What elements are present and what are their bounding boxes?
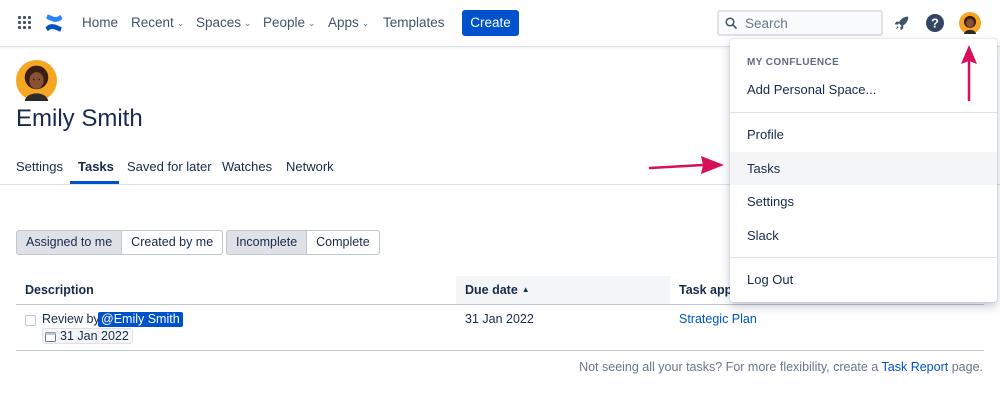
sort-ascending-icon: ▲ bbox=[521, 285, 530, 294]
inline-date-text: 31 Jan 2022 bbox=[60, 329, 129, 343]
tab-settings[interactable]: Settings bbox=[16, 159, 63, 174]
column-header-due-date[interactable]: Due date ▲ bbox=[456, 276, 670, 304]
inline-date-lozenge[interactable]: 31 Jan 2022 bbox=[42, 328, 133, 344]
create-button[interactable]: Create bbox=[462, 10, 519, 36]
column-header-label: Task app bbox=[679, 283, 733, 297]
help-icon[interactable]: ? bbox=[924, 12, 946, 34]
search-icon bbox=[725, 17, 737, 29]
menu-item-log-out[interactable]: Log Out bbox=[730, 263, 997, 296]
due-date-cell: 31 Jan 2022 bbox=[465, 312, 534, 326]
nav-spaces-label: Spaces bbox=[196, 15, 242, 30]
svg-text:?: ? bbox=[931, 16, 939, 31]
menu-item-tasks[interactable]: Tasks bbox=[730, 152, 997, 185]
menu-divider bbox=[730, 257, 997, 258]
nav-recent[interactable]: Recent ⌄ bbox=[131, 15, 184, 30]
notifications-rocket-icon[interactable] bbox=[891, 12, 913, 34]
task-report-link[interactable]: Task Report bbox=[882, 360, 949, 374]
chevron-down-icon: ⌄ bbox=[176, 18, 185, 28]
menu-section-heading: MY CONFLUENCE bbox=[747, 57, 840, 68]
chevron-down-icon: ⌄ bbox=[244, 18, 252, 28]
profile-avatar bbox=[16, 60, 57, 101]
nav-templates-label: Templates bbox=[383, 15, 445, 30]
hint-suffix-text: page. bbox=[951, 360, 983, 374]
incomplete-button[interactable]: Incomplete bbox=[226, 230, 308, 255]
nav-people-label: People bbox=[263, 15, 306, 30]
hint-prefix-text: Not seeing all your tasks? For more flex… bbox=[579, 360, 879, 374]
task-report-hint: Not seeing all your tasks? For more flex… bbox=[579, 360, 983, 374]
app-switcher-icon[interactable] bbox=[18, 16, 32, 30]
column-header-label: Description bbox=[25, 283, 94, 297]
tab-tasks[interactable]: Tasks bbox=[78, 159, 114, 174]
assignee-filter-group: Assigned to me Created by me bbox=[16, 230, 224, 255]
tab-saved-for-later[interactable]: Saved for later bbox=[127, 159, 212, 174]
profile-dropdown-menu: MY CONFLUENCE Add Personal Space... Prof… bbox=[730, 39, 997, 302]
chevron-down-icon: ⌄ bbox=[361, 18, 370, 28]
menu-item-profile[interactable]: Profile bbox=[730, 118, 997, 151]
profile-avatar-icon[interactable] bbox=[959, 12, 981, 34]
user-mention[interactable]: @Emily Smith bbox=[98, 312, 183, 327]
table-header-divider bbox=[16, 304, 984, 305]
search-box[interactable] bbox=[717, 10, 883, 36]
tab-watches[interactable]: Watches bbox=[222, 159, 272, 174]
table-bottom-divider bbox=[16, 350, 984, 351]
nav-home-label: Home bbox=[82, 15, 119, 30]
task-checkbox[interactable] bbox=[25, 315, 36, 326]
nav-templates[interactable]: Templates bbox=[383, 15, 445, 30]
task-description: Review by bbox=[42, 312, 100, 326]
menu-item-settings[interactable]: Settings bbox=[730, 185, 997, 218]
nav-recent-label: Recent bbox=[131, 15, 174, 30]
assigned-to-me-button[interactable]: Assigned to me bbox=[16, 230, 123, 255]
tab-network[interactable]: Network bbox=[286, 159, 334, 174]
nav-spaces[interactable]: Spaces ⌄ bbox=[196, 15, 252, 30]
task-page-link[interactable]: Strategic Plan bbox=[679, 312, 757, 326]
column-header-label: Due date bbox=[465, 283, 518, 297]
active-tab-indicator bbox=[70, 181, 119, 184]
nav-apps-label: Apps bbox=[328, 15, 359, 30]
calendar-icon bbox=[45, 331, 56, 342]
menu-item-slack[interactable]: Slack bbox=[730, 219, 997, 252]
menu-divider bbox=[730, 112, 997, 113]
status-filter-group: Incomplete Complete bbox=[226, 230, 380, 255]
search-input[interactable] bbox=[743, 15, 873, 31]
nav-people[interactable]: People ⌄ bbox=[263, 15, 316, 30]
nav-apps[interactable]: Apps ⌄ bbox=[328, 15, 369, 30]
nav-home[interactable]: Home bbox=[82, 15, 118, 30]
confluence-logo-icon[interactable] bbox=[44, 12, 64, 34]
created-by-me-button[interactable]: Created by me bbox=[122, 230, 224, 255]
chevron-down-icon: ⌄ bbox=[308, 18, 316, 28]
profile-name: Emily Smith bbox=[16, 105, 143, 132]
complete-button[interactable]: Complete bbox=[307, 230, 380, 255]
column-header-description[interactable]: Description bbox=[16, 276, 455, 304]
menu-item-add-personal-space[interactable]: Add Personal Space... bbox=[730, 73, 997, 106]
